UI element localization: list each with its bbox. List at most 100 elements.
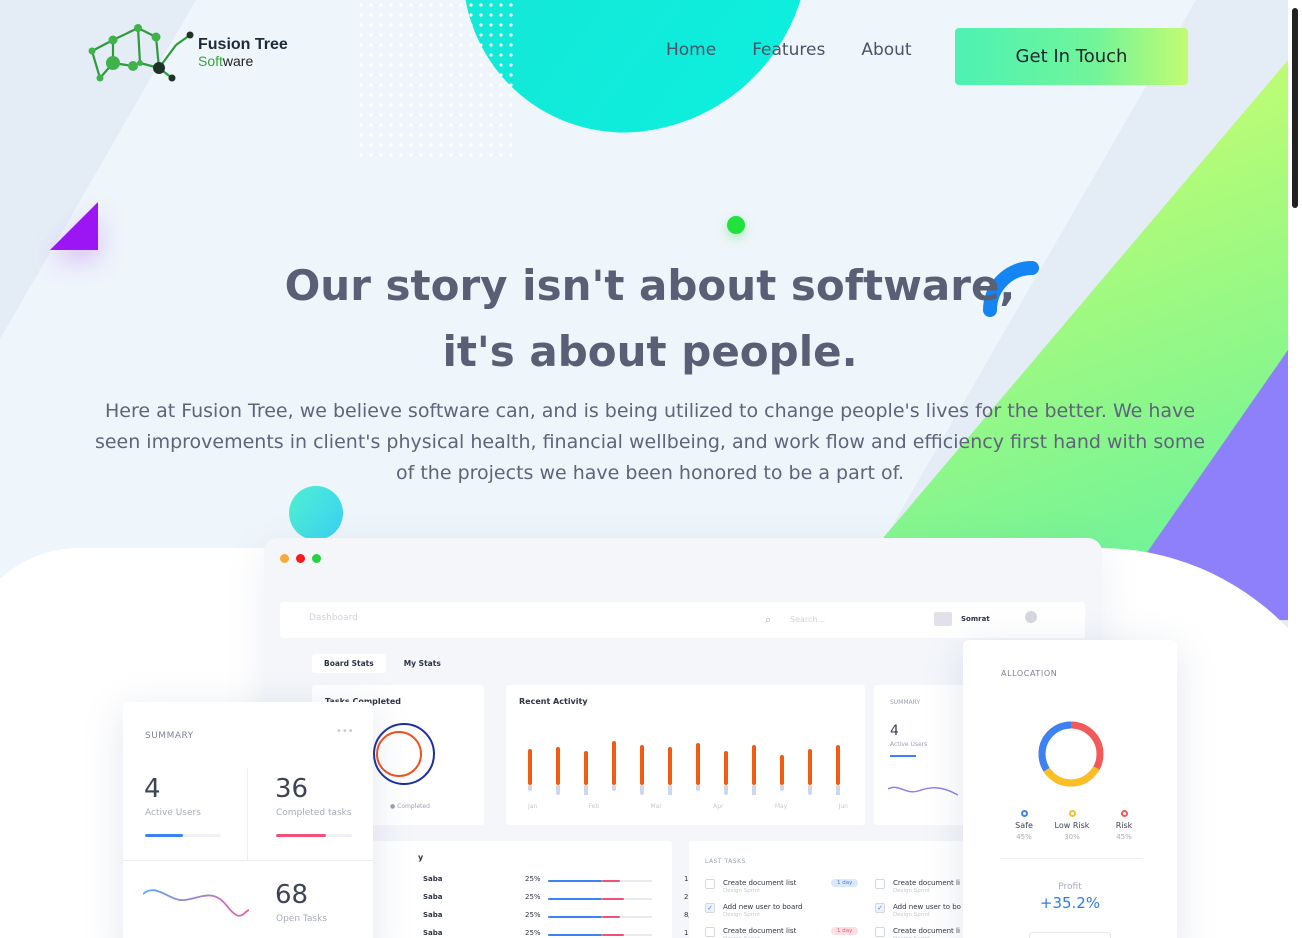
brand-title: Fusion Tree <box>198 36 288 53</box>
activity-bar <box>528 749 532 785</box>
activity-bar <box>640 745 644 785</box>
active-users-progress <box>145 834 221 837</box>
profit-label: Profit <box>1058 882 1082 892</box>
task-title: Add new user to bo <box>893 903 961 911</box>
hero-title: Our story isn't about software, it's abo… <box>0 253 1300 385</box>
legend-dot <box>1068 810 1076 817</box>
main-nav: Home Features About <box>666 40 912 60</box>
legend-value: 45% <box>1116 833 1132 841</box>
task-checkbox[interactable]: ✓ <box>875 903 885 913</box>
recent-activity-title: Recent Activity <box>519 697 588 706</box>
month-label: Jun <box>838 803 848 810</box>
month-label: May <box>774 803 788 810</box>
task-subtitle: Design Sprint <box>723 888 761 894</box>
nav-features[interactable]: Features <box>752 40 825 60</box>
task-title: Create document list <box>723 879 797 887</box>
get-in-touch-button[interactable]: Get In Touch <box>955 28 1188 85</box>
nav-about[interactable]: About <box>861 40 911 60</box>
window-controls <box>280 554 321 563</box>
activity-bar <box>556 747 560 785</box>
month-labels: Jan Feb Mar Apr May Jun <box>528 803 848 810</box>
legend-dot <box>1020 810 1028 817</box>
brand-sub-accent: Soft <box>198 53 223 69</box>
recent-activity-card: Recent Activity Jan Feb Mar Apr May Jun <box>506 685 865 825</box>
list-item-name: Saba <box>423 875 443 883</box>
close-dot <box>296 554 305 563</box>
list-item-bar-fill <box>548 898 602 900</box>
divider <box>123 860 373 861</box>
summary-sparkline <box>143 889 249 917</box>
active-users-value: 4 <box>144 774 161 804</box>
list-item-bar-fill-secondary <box>602 898 624 900</box>
task-checkbox[interactable] <box>875 879 885 889</box>
last-tasks-title: LAST TASKS <box>705 858 746 865</box>
task-subtitle: Design Sprint <box>893 888 931 894</box>
task-title: Add new user to board <box>723 903 803 911</box>
month-label: Apr <box>713 803 724 810</box>
activity-bar-base <box>752 785 756 795</box>
list-item-pct: 25% <box>525 893 541 901</box>
legend-dot <box>1120 810 1128 817</box>
activity-bar <box>612 741 616 785</box>
recent-activity-bars <box>528 741 840 795</box>
nav-home[interactable]: Home <box>666 40 716 60</box>
task-title: Create document li <box>893 879 960 887</box>
list-item-bar-fill <box>548 880 602 882</box>
activity-bar-base <box>528 785 532 791</box>
list-item-pct: 25% <box>525 929 541 937</box>
hero-title-line2: it's about people. <box>442 327 858 376</box>
legend-risk: Risk 45% <box>1094 810 1154 841</box>
list-item-name: Saba <box>423 911 443 919</box>
task-title: Create document list <box>723 927 797 935</box>
brand-sub-rest: ware <box>222 53 254 69</box>
dot-pattern <box>356 0 516 160</box>
search-icon: ⌕ <box>765 613 772 626</box>
task-checkbox[interactable] <box>875 927 885 937</box>
activity-bar <box>668 747 672 785</box>
activity-bar <box>696 743 700 785</box>
more-options-icon[interactable]: ••• <box>336 726 354 737</box>
activity-bar <box>752 745 756 785</box>
legend-name: Low Risk <box>1054 821 1090 830</box>
list-item-bar-fill-secondary <box>602 934 624 936</box>
task-checkbox[interactable] <box>705 879 715 889</box>
completed-tasks-progress <box>276 834 352 837</box>
scrollbar-thumb[interactable] <box>1292 8 1298 208</box>
tab-board-stats: Board Stats <box>312 654 386 673</box>
maximize-dot <box>312 554 321 563</box>
list-item-bar-fill-secondary <box>602 880 620 882</box>
brand-subtitle: Software <box>198 53 288 70</box>
task-checkbox[interactable] <box>705 927 715 937</box>
task-subtitle: Design Sprint <box>893 912 931 918</box>
task-title: Create document li <box>893 927 960 935</box>
brand-logo[interactable]: Fusion Tree Software <box>86 20 288 86</box>
summary-small-sparkline <box>888 786 958 796</box>
completed-tasks-label: Completed tasks <box>276 808 352 818</box>
task-subtitle: Design Sprint <box>723 912 761 918</box>
legend-value: 30% <box>1064 833 1080 841</box>
list-item-bar-fill <box>548 934 602 936</box>
activity-bar-base <box>668 785 672 795</box>
avatar <box>934 612 952 626</box>
task-checkbox[interactable]: ✓ <box>705 903 715 913</box>
scrollbar[interactable] <box>1288 0 1302 938</box>
hero-title-line1: Our story isn't about software, <box>284 261 1016 310</box>
list-item-pct: 25% <box>525 911 541 919</box>
hero-description: Here at Fusion Tree, we believe software… <box>94 400 1206 484</box>
profit-value: +35.2% <box>1039 894 1101 912</box>
allocation-label: ALLOCATION <box>1001 669 1058 678</box>
summary-card-label: SUMMARY <box>145 731 194 741</box>
open-tasks-value: 68 <box>275 880 309 910</box>
list-item-pct: 25% <box>525 875 541 883</box>
summary-small-label: SUMMARY <box>890 699 921 706</box>
details-button[interactable] <box>1029 932 1111 938</box>
allocation-card: ALLOCATION Safe 45% Low Risk 30% Risk 45… <box>963 640 1177 938</box>
task-tag: 1 day <box>831 879 859 887</box>
activity-bar-base <box>640 785 644 795</box>
active-users-label: Active Users <box>145 808 201 818</box>
dashboard-topbar: Dashboard ⌕ Search... Somrat <box>280 602 1085 638</box>
list-item-bar-fill <box>548 916 602 918</box>
task-tag: 1 day <box>831 927 859 935</box>
month-label: Feb <box>588 803 600 810</box>
summary-small-value: 4 <box>890 723 899 739</box>
